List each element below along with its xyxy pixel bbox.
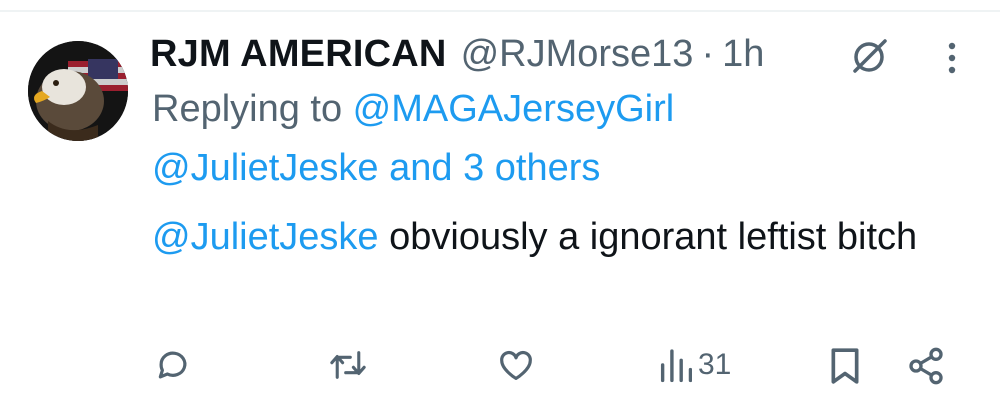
more-options-icon[interactable]: [940, 38, 964, 78]
author-handle[interactable]: @RJMorse13: [461, 33, 694, 76]
replying-to-line: Replying to @MAGAJerseyGirl: [152, 88, 674, 131]
replying-to-label: Replying to: [152, 88, 353, 130]
tweet-body: @JulietJeske obviously a ignorant leftis…: [152, 208, 972, 266]
reply-mention-maga[interactable]: @MAGAJerseyGirl: [353, 88, 675, 130]
replying-to-line-2: @JulietJeske and 3 others: [152, 147, 600, 190]
retweet-icon: [330, 351, 366, 379]
heart-icon: [500, 350, 532, 381]
reply-button[interactable]: [154, 346, 192, 384]
share-icon: [909, 347, 943, 385]
bookmark-icon: [831, 348, 859, 384]
reply-mention-juliet[interactable]: @JulietJeske: [152, 147, 379, 189]
reply-icon: [158, 351, 187, 379]
like-button[interactable]: [496, 346, 536, 384]
separator-dot: ·: [701, 32, 715, 75]
body-mention[interactable]: @JulietJeske: [152, 216, 379, 258]
grok-icon[interactable]: [848, 36, 890, 78]
views-button[interactable]: 31: [658, 346, 731, 384]
reply-and-others[interactable]: and 3 others: [379, 147, 600, 189]
share-button[interactable]: [906, 346, 946, 386]
top-divider: [0, 10, 1000, 12]
views-icon: [660, 349, 692, 383]
avatar[interactable]: [28, 41, 128, 141]
body-text: obviously a ignorant leftist bitch: [378, 216, 918, 258]
action-bar: 31: [0, 340, 1000, 390]
timestamp[interactable]: 1h: [722, 33, 764, 76]
bookmark-button[interactable]: [828, 346, 862, 386]
views-count: 31: [698, 348, 732, 381]
retweet-button[interactable]: [328, 346, 368, 384]
author-name[interactable]: RJM AMERICAN: [150, 33, 447, 76]
